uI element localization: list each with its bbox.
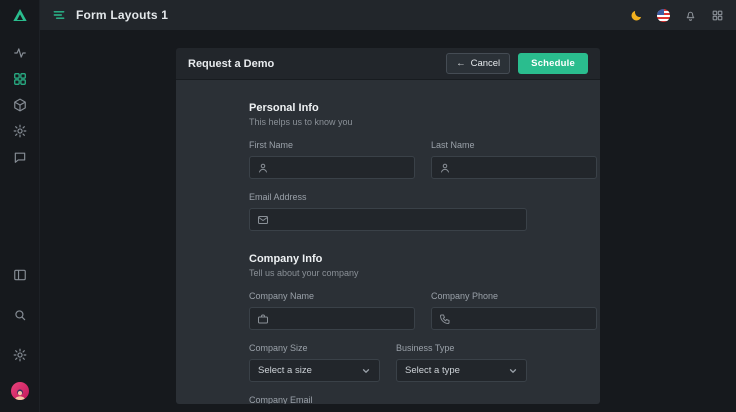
language-selector-button[interactable] <box>657 9 670 22</box>
person-icon <box>439 162 451 174</box>
app-grid-icon <box>711 9 724 22</box>
arrow-left-icon: ← <box>456 59 466 69</box>
demo-form: Personal Info This helps us to know you … <box>249 80 527 404</box>
company-email-label: Company Email <box>249 395 527 404</box>
company-size-value: Select a size <box>258 365 312 376</box>
section-title: Personal Info <box>249 102 527 114</box>
business-type-group: Business Type Select a type <box>396 330 527 382</box>
company-name-input[interactable] <box>275 313 407 324</box>
section-title: Company Info <box>249 253 527 265</box>
sidebar-item-components[interactable] <box>7 92 33 118</box>
briefcase-icon <box>257 313 269 325</box>
schedule-button[interactable]: Schedule <box>518 53 588 75</box>
notifications-button[interactable] <box>684 9 697 22</box>
main-area: Form Layouts 1 Request a <box>40 0 736 412</box>
top-header: Form Layouts 1 <box>40 0 736 30</box>
company-phone-field <box>431 307 597 330</box>
theme-toggle-button[interactable] <box>630 9 643 22</box>
card-actions: ← Cancel Schedule <box>446 53 588 75</box>
triangle-logo-icon <box>12 7 28 23</box>
hamburger-icon <box>52 8 66 22</box>
company-name-label: Company Name <box>249 291 415 301</box>
first-name-group: First Name <box>249 127 415 179</box>
last-name-field <box>431 156 597 179</box>
sidebar-item-activity[interactable] <box>7 40 33 66</box>
company-info-section: Company Info Tell us about your company … <box>249 253 527 404</box>
section-subtitle: Tell us about your company <box>249 268 527 278</box>
section-subtitle: This helps us to know you <box>249 117 527 127</box>
company-name-field <box>249 307 415 330</box>
last-name-group: Last Name <box>431 127 597 179</box>
request-demo-card: Request a Demo ← Cancel Schedule Persona… <box>176 48 600 404</box>
company-size-group: Company Size Select a size <box>249 330 380 382</box>
sidebar <box>0 0 40 412</box>
sidebar-bottom <box>7 262 33 412</box>
bell-icon <box>684 9 697 22</box>
card-body: Personal Info This helps us to know you … <box>176 80 600 404</box>
sidebar-item-messages[interactable] <box>7 144 33 170</box>
chat-icon <box>13 150 27 164</box>
cancel-button[interactable]: ← Cancel <box>446 53 510 75</box>
company-size-label: Company Size <box>249 343 380 353</box>
last-name-label: Last Name <box>431 140 597 150</box>
company-phone-group: Company Phone <box>431 278 597 330</box>
gear-icon <box>13 124 27 138</box>
apps-menu-button[interactable] <box>711 9 724 22</box>
app-root: Form Layouts 1 Request a <box>0 0 736 412</box>
chevron-down-icon <box>508 366 518 376</box>
sidebar-nav <box>7 40 33 170</box>
email-address-label: Email Address <box>249 192 527 202</box>
us-flag-icon <box>657 9 670 22</box>
user-avatar[interactable] <box>11 382 29 400</box>
cube-icon <box>13 98 27 112</box>
search-icon <box>13 308 27 322</box>
company-size-select[interactable]: Select a size <box>249 359 380 382</box>
card-header: Request a Demo ← Cancel Schedule <box>176 48 600 80</box>
layout-icon <box>13 268 27 282</box>
business-type-select[interactable]: Select a type <box>396 359 527 382</box>
chevron-down-icon <box>361 366 371 376</box>
first-name-field <box>249 156 415 179</box>
personal-info-section: Personal Info This helps us to know you … <box>249 102 527 231</box>
sidebar-item-search[interactable] <box>7 302 33 328</box>
company-name-group: Company Name <box>249 278 415 330</box>
avatar-person-icon <box>13 388 27 400</box>
business-type-label: Business Type <box>396 343 527 353</box>
sidebar-item-preferences[interactable] <box>7 342 33 368</box>
header-left: Form Layouts 1 <box>52 8 168 22</box>
company-phone-label: Company Phone <box>431 291 597 301</box>
sidebar-item-layouts[interactable] <box>7 66 33 92</box>
app-logo[interactable] <box>0 0 39 30</box>
email-address-input[interactable] <box>275 214 519 225</box>
person-icon <box>257 162 269 174</box>
company-phone-input[interactable] <box>457 313 589 324</box>
content-area: Request a Demo ← Cancel Schedule Persona… <box>40 30 736 412</box>
cancel-button-label: Cancel <box>471 59 501 69</box>
grid-icon <box>13 72 27 86</box>
sidebar-item-layout-toggle[interactable] <box>7 262 33 288</box>
sidebar-item-settings[interactable] <box>7 118 33 144</box>
menu-toggle-button[interactable] <box>52 8 66 22</box>
email-address-field <box>249 208 527 231</box>
envelope-icon <box>257 214 269 226</box>
name-row: First Name Last Name <box>249 127 527 179</box>
business-type-value: Select a type <box>405 365 460 376</box>
first-name-input[interactable] <box>275 162 407 173</box>
page-title: Form Layouts 1 <box>76 8 168 22</box>
first-name-label: First Name <box>249 140 415 150</box>
phone-icon <box>439 313 451 325</box>
company-row-1: Company Name Company Phone <box>249 278 527 330</box>
card-title: Request a Demo <box>188 58 274 70</box>
company-row-2: Company Size Select a size Business Type <box>249 330 527 382</box>
moon-icon <box>630 9 643 22</box>
settings-icon <box>13 348 27 362</box>
header-right <box>630 9 724 22</box>
activity-icon <box>13 46 27 60</box>
last-name-input[interactable] <box>457 162 589 173</box>
